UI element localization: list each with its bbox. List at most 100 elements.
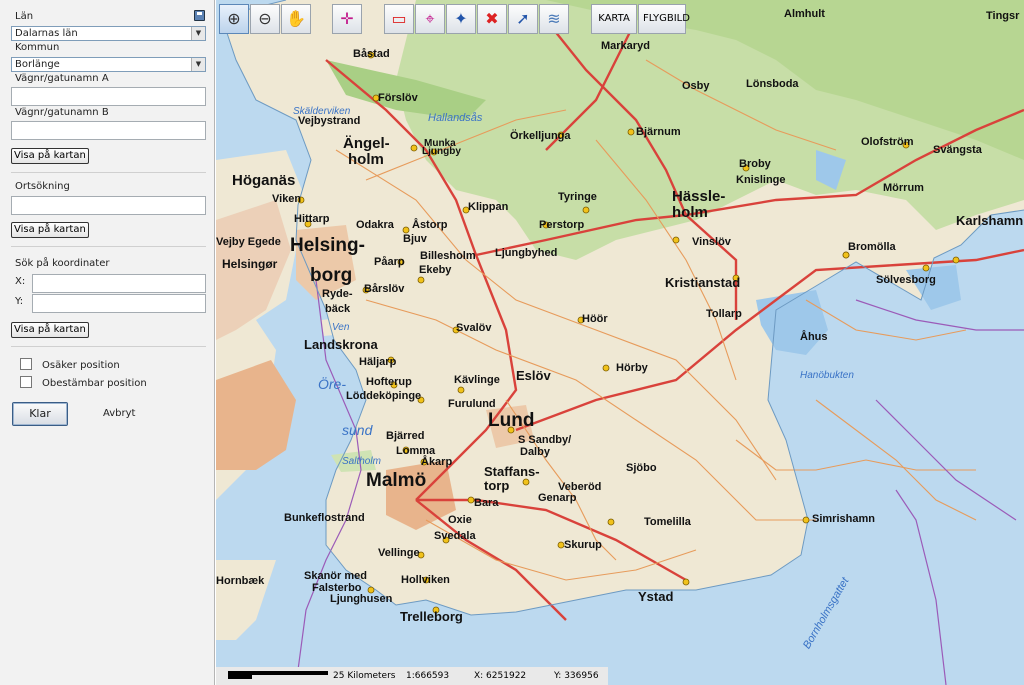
place-label: Klippan <box>468 201 509 213</box>
place-label: Viken <box>272 193 302 205</box>
place-label: holm <box>348 151 384 168</box>
place-point-icon[interactable]: ✦ <box>446 4 476 34</box>
zoom-out-icon[interactable]: ⊖ <box>250 4 280 34</box>
pan-hand-icon[interactable]: ✋ <box>281 4 311 34</box>
place-label: Skurup <box>564 539 602 551</box>
delete-icon[interactable]: ✖ <box>477 4 507 34</box>
place-label: Ljunghusen <box>330 593 393 605</box>
karta-button[interactable]: KARTA <box>591 4 637 34</box>
place-label: Hofterup <box>366 376 412 388</box>
water-label: Saltholm <box>342 456 381 467</box>
coords-label: Sök på koordinater <box>15 258 110 269</box>
place-label: Höganäs <box>232 172 296 189</box>
chevron-down-icon[interactable]: ▼ <box>191 27 205 40</box>
place-label: Odakra <box>356 219 394 231</box>
place-label: S Sandby/ <box>518 434 572 446</box>
x-coordinate: X: 6251922 <box>474 671 527 681</box>
place-label: Olofström <box>861 136 914 148</box>
water-label: sund <box>342 422 373 438</box>
show-on-map-button-1[interactable]: Visa på kartan <box>11 148 89 164</box>
place-label: Höör <box>582 313 608 325</box>
place-label: Bara <box>474 497 499 509</box>
place-label: Oxie <box>448 514 472 526</box>
place-label: Ljungby <box>422 146 461 157</box>
ort-input[interactable] <box>11 196 206 215</box>
place-label: Skanör med <box>304 570 367 582</box>
full-extent-icon[interactable]: ✛ <box>332 4 362 34</box>
x-label: X: <box>15 276 26 287</box>
water-label: Hanöbukten <box>800 370 854 381</box>
place-label: Ekeby <box>419 264 452 276</box>
place-label: Åstorp <box>412 219 448 231</box>
place-label: Kristianstad <box>665 275 741 290</box>
osaker-label: Osäker position <box>42 360 120 371</box>
place-label: Sjöbo <box>626 462 657 474</box>
flygbild-button[interactable]: FLYGBILD <box>638 4 690 34</box>
place-label: Furulund <box>448 398 496 410</box>
place-label: Tollarp <box>706 308 742 320</box>
scale-label: 25 Kilometers <box>333 671 396 681</box>
place-label: Genarp <box>538 492 577 504</box>
place-label: borg <box>310 265 353 286</box>
place-label: Båstad <box>353 48 390 60</box>
save-icon[interactable] <box>194 10 205 21</box>
place-label: Bjuv <box>403 233 427 245</box>
place-label: Simrishamn <box>812 513 875 525</box>
place-label: Tomelilla <box>644 516 691 528</box>
kommun-select[interactable]: Borlänge ▼ <box>11 57 206 72</box>
y-input[interactable] <box>32 294 206 313</box>
water-label: Skälderviken <box>293 106 351 117</box>
klar-button[interactable]: Klar <box>12 402 68 426</box>
show-on-map-button-3[interactable]: Visa på kartan <box>11 322 89 338</box>
layers-icon[interactable]: ≋ <box>539 4 569 34</box>
crosshair-icon[interactable]: ⌖ <box>415 4 445 34</box>
place-label: Perstorp <box>539 219 585 231</box>
ort-label: Ortsökning <box>15 181 70 192</box>
place-label: Hollviken <box>401 574 450 586</box>
avbryt-link[interactable]: Avbryt <box>103 408 135 419</box>
place-label: Hässle- <box>672 188 726 205</box>
osaker-checkbox[interactable] <box>20 358 32 370</box>
chevron-down-icon[interactable]: ▼ <box>191 58 205 71</box>
kommun-label: Kommun <box>15 42 60 53</box>
place-label: Hittarp <box>294 213 330 225</box>
place-label: Ystad <box>638 589 674 604</box>
divider <box>11 246 206 247</box>
place-label: Landskrona <box>304 337 378 352</box>
scale-ratio: 1:666593 <box>406 671 450 681</box>
scale-bar-ticks <box>228 675 252 679</box>
place-label: Almhult <box>784 8 825 20</box>
place-label: Häljarp <box>359 356 397 368</box>
vagB-input[interactable] <box>11 121 206 140</box>
place-label: Vinslöv <box>692 236 731 248</box>
place-label: Karlshamn <box>956 213 1024 228</box>
place-label: Vellinge <box>378 547 420 559</box>
info-pointer-icon[interactable]: ➚ <box>508 4 538 34</box>
place-label: Lönsboda <box>746 78 799 90</box>
place-label: holm <box>672 204 708 221</box>
divider <box>11 172 206 173</box>
place-label: Ryde- <box>322 288 353 300</box>
vagA-input[interactable] <box>11 87 206 106</box>
x-input[interactable] <box>32 274 206 293</box>
land-stevns <box>216 560 276 640</box>
place-label: Löddeköpinge <box>346 390 422 402</box>
place-label: Bårslöv <box>364 283 405 295</box>
measure-icon[interactable]: ▭ <box>384 4 414 34</box>
show-on-map-button-2[interactable]: Visa på kartan <box>11 222 89 238</box>
kommun-select-value: Borlänge <box>15 59 60 70</box>
place-label: Förslöv <box>378 92 418 104</box>
place-label: Broby <box>739 158 771 170</box>
place-label: Mörrum <box>883 182 924 194</box>
place-label: Knislinge <box>736 174 786 186</box>
lan-select[interactable]: Dalarnas län ▼ <box>11 26 206 41</box>
y-label: Y: <box>15 296 24 307</box>
place-label: Tyringe <box>558 191 597 203</box>
map-view[interactable]: Almhult Tingsr Båstad Markaryd Osby Lönsboda F… <box>216 0 1024 685</box>
obestambar-checkbox[interactable] <box>20 376 32 388</box>
zoom-in-icon[interactable]: ⊕ <box>219 4 249 34</box>
place-label: Svängsta <box>933 144 982 156</box>
place-label: Bjärnum <box>636 126 681 138</box>
place-label: Hornbæk <box>216 575 265 587</box>
place-label: Helsing- <box>290 235 365 256</box>
